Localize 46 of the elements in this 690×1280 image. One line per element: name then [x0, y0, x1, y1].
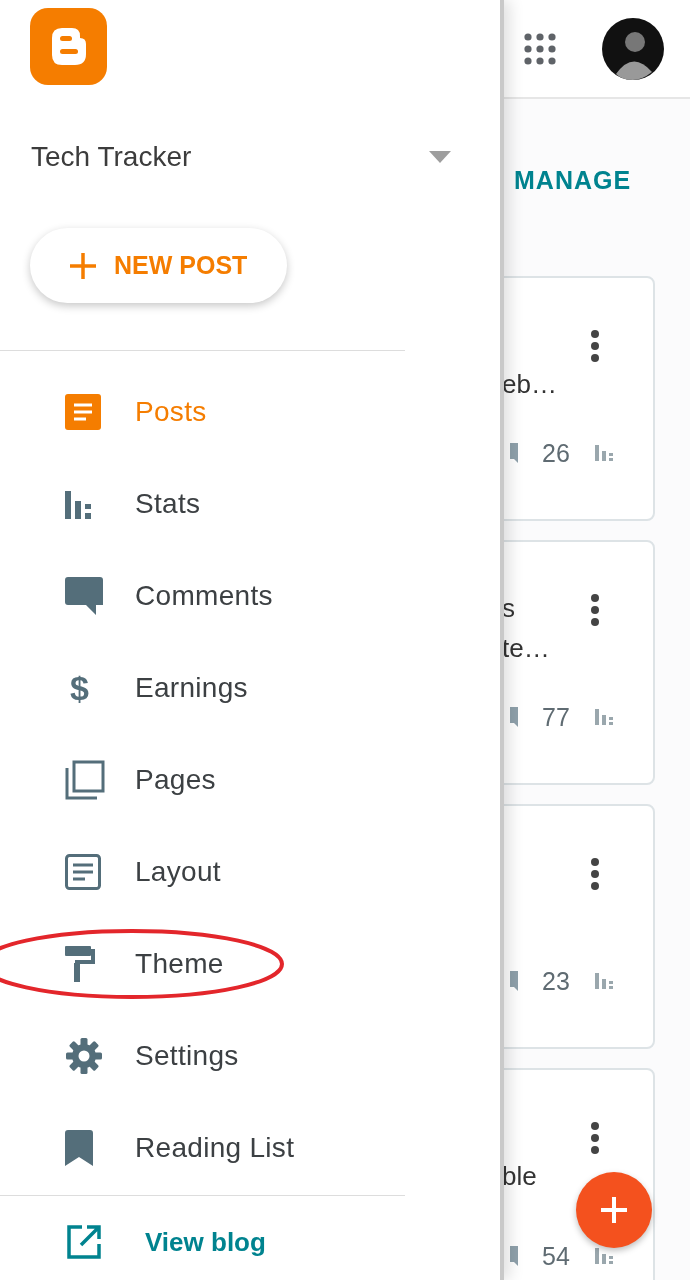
- more-menu-icon[interactable]: [590, 1122, 600, 1154]
- plus-icon: [599, 1195, 629, 1225]
- avatar[interactable]: [602, 17, 664, 80]
- comment-icon: [65, 577, 103, 615]
- dollar-icon: $: [70, 668, 89, 708]
- view-count: 23: [542, 966, 570, 996]
- post-title: te…: [502, 632, 551, 665]
- menu-item[interactable]: Pages: [0, 734, 500, 826]
- menu-item[interactable]: Stats: [0, 458, 500, 550]
- comment-icon: [510, 443, 518, 463]
- more-menu-icon[interactable]: [590, 330, 600, 362]
- menu-item[interactable]: $ Earnings: [0, 642, 500, 734]
- document-icon: [65, 394, 101, 430]
- bar-chart-icon: [593, 707, 614, 727]
- comment-icon: [510, 971, 518, 991]
- menu-item[interactable]: Layout: [0, 826, 500, 918]
- settings-icon: [65, 1037, 103, 1075]
- bar-chart-icon: [65, 489, 93, 519]
- more-menu-icon[interactable]: [590, 858, 600, 890]
- comment-icon: [510, 707, 518, 727]
- apps-grid-icon[interactable]: [524, 32, 556, 65]
- pages-icon: [65, 760, 105, 800]
- bookmark-icon: [65, 1130, 93, 1166]
- plus-icon: [68, 250, 98, 281]
- view-blog-link[interactable]: View blog: [0, 1196, 500, 1280]
- more-menu-icon[interactable]: [590, 594, 600, 626]
- blogger-logo-icon: [30, 8, 107, 85]
- menu-item[interactable]: Reading List: [0, 1102, 500, 1194]
- view-count: 54: [542, 1241, 570, 1271]
- paint-roller-icon: [65, 946, 95, 982]
- dropdown-caret-icon[interactable]: [429, 151, 451, 163]
- post-title: ble: [502, 1160, 538, 1193]
- view-count: 77: [542, 702, 570, 732]
- comment-icon: [510, 1246, 518, 1266]
- menu-item[interactable]: Settings: [0, 1010, 500, 1102]
- manage-tab[interactable]: MANAGE: [514, 165, 632, 195]
- post-title: eb…: [502, 368, 558, 401]
- blog-title[interactable]: Tech Tracker: [31, 141, 192, 173]
- bar-chart-icon: [593, 1246, 614, 1266]
- menu-item[interactable]: Comments: [0, 550, 500, 642]
- external-link-icon: [67, 1225, 101, 1259]
- bar-chart-icon: [593, 971, 614, 991]
- menu-item[interactable]: Theme: [0, 918, 500, 1010]
- view-count: 26: [542, 438, 570, 468]
- bar-chart-icon: [593, 443, 614, 463]
- layout-icon: [65, 854, 101, 890]
